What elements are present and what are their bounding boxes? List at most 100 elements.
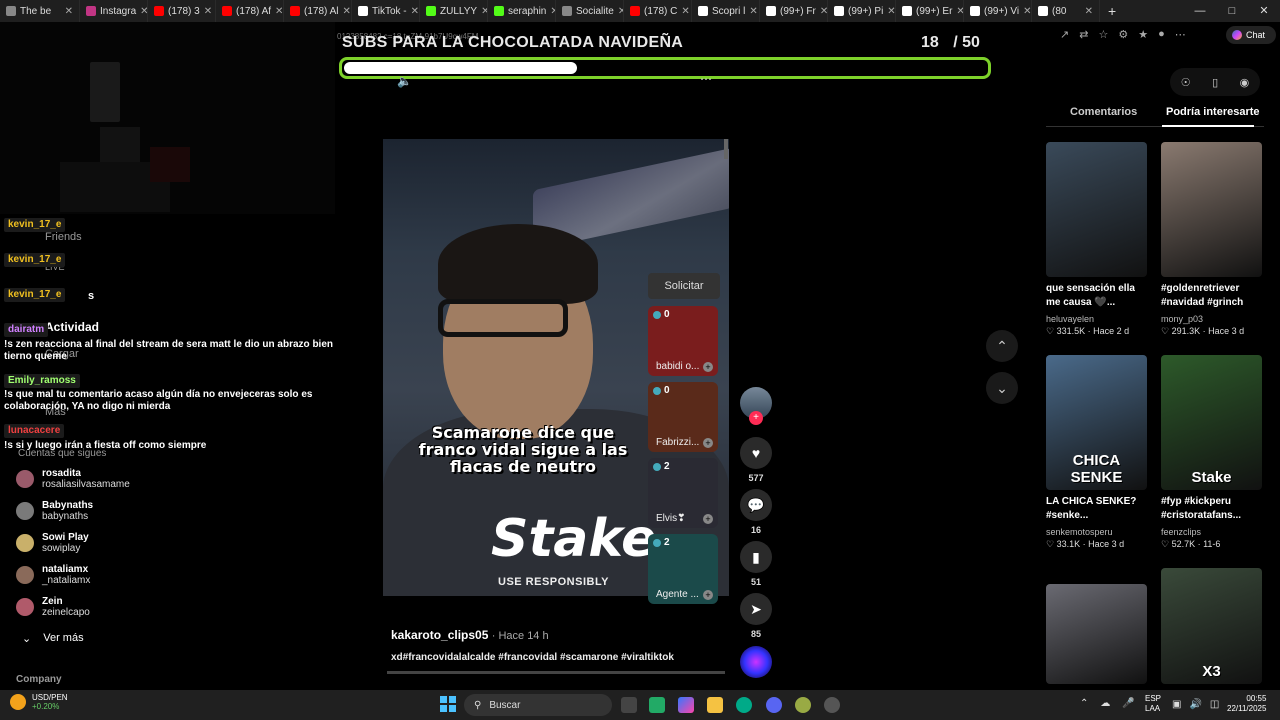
tab-comments[interactable]: Comentarios — [1070, 106, 1137, 118]
chevron-up-icon[interactable]: ⌃ — [1080, 698, 1088, 709]
following-item[interactable]: rosadita rosaliasilvasamame — [16, 468, 130, 490]
share-button[interactable]: ➤ 85 — [740, 593, 772, 639]
browser-tab[interactable]: (99+) Pi ✕ — [828, 0, 896, 22]
comment-button[interactable]: 💬 16 — [740, 489, 772, 535]
card-title[interactable]: LA CHICA SENKE? #senke... — [1046, 495, 1147, 523]
card-user[interactable]: heluvayelen — [1046, 314, 1147, 324]
suggested-video-card[interactable]: que sensación ella me causa 🖤... heluvaye… — [1046, 142, 1147, 337]
browser-tab[interactable]: Scopri l ✕ — [692, 0, 760, 22]
video-thumbnail[interactable]: CHICA SENKE — [1046, 355, 1147, 490]
suggested-video-card[interactable] — [1046, 584, 1147, 689]
open-external-icon[interactable]: ↗ — [1060, 28, 1069, 41]
card-user[interactable]: feenzclips — [1161, 527, 1262, 537]
profile-avatar-icon[interactable]: ◉ — [1240, 76, 1250, 89]
widgets-button[interactable]: USD/PEN +0.20% — [10, 693, 68, 711]
close-tab-icon[interactable]: ✕ — [140, 6, 147, 17]
browser-tab[interactable]: Instagra ✕ — [80, 0, 148, 22]
taskbar-search[interactable]: ⚲ Buscar — [464, 694, 612, 716]
close-tab-icon[interactable]: ✕ — [481, 6, 487, 17]
following-item[interactable]: nataliamx _nataliamx — [16, 564, 90, 586]
author-name[interactable]: kakaroto_clips05 — [391, 628, 488, 642]
chat-username[interactable]: kevin_17_e — [4, 288, 66, 302]
maximize-button[interactable]: □ — [1216, 0, 1248, 22]
suggested-video-card[interactable]: X3 — [1161, 568, 1262, 689]
add-guest-icon[interactable]: + — [703, 438, 713, 448]
browser-tab[interactable]: (99+) Vi ✕ — [964, 0, 1032, 22]
close-tab-icon[interactable]: ✕ — [65, 6, 73, 17]
extension-icon[interactable]: ⚙ — [1118, 28, 1128, 41]
video-thumbnail[interactable]: Stake — [1161, 355, 1262, 490]
close-tab-icon[interactable]: ✕ — [275, 6, 283, 17]
suggested-video-card[interactable]: Stake #fyp #kickperu #cristoratafans... fe… — [1161, 355, 1262, 550]
browser-tab[interactable]: (178) C ✕ — [624, 0, 692, 22]
like-button[interactable]: ♥ 577 — [740, 437, 772, 483]
close-tab-icon[interactable]: ✕ — [681, 6, 689, 17]
close-tab-icon[interactable]: ✕ — [956, 6, 963, 17]
video-thumbnail[interactable] — [1161, 142, 1262, 277]
browser-tab[interactable]: (99+) Fr ✕ — [760, 0, 828, 22]
company-link[interactable]: Company — [16, 674, 62, 685]
copilot-chat-button[interactable]: Chat — [1226, 26, 1276, 44]
browser-tab[interactable]: Socialite✕ — [556, 0, 624, 22]
language-indicator[interactable]: ESP LAA — [1145, 694, 1161, 714]
add-guest-icon[interactable]: + — [703, 514, 713, 524]
minimize-button[interactable]: — — [1184, 0, 1216, 22]
following-item[interactable]: Zein zeinelcapo — [16, 596, 90, 618]
translate-icon[interactable]: ⇄ — [1079, 28, 1088, 41]
video-thumbnail[interactable] — [1046, 584, 1147, 684]
live-guest-tile[interactable]: 0 Fabrizzi... + — [648, 382, 718, 452]
video-hashtags[interactable]: xd#francovidalalcalde #francovidal #scam… — [391, 652, 674, 663]
suggested-video-card[interactable]: CHICA SENKE LA CHICA SENKE? #senke... senk… — [1046, 355, 1147, 550]
suggested-video-card[interactable]: #goldenretriever #navidad #grinch mony_p0… — [1161, 142, 1262, 337]
close-tab-icon[interactable]: ✕ — [820, 6, 827, 17]
task-view-icon[interactable] — [621, 697, 637, 713]
close-tab-icon[interactable]: ✕ — [411, 6, 419, 17]
close-tab-icon[interactable]: ✕ — [887, 6, 895, 17]
app-icon[interactable] — [795, 697, 811, 713]
live-guest-tile[interactable]: 2 Elvis❣ + — [648, 458, 718, 528]
request-button[interactable]: Solicitar — [648, 273, 720, 299]
card-user[interactable]: senkemotosperu — [1046, 527, 1147, 537]
clock[interactable]: 00:55 22/11/2025 — [1227, 694, 1266, 714]
previous-video-button[interactable]: ⌃ — [986, 330, 1018, 362]
browser-tab[interactable]: The be ✕ — [0, 0, 80, 22]
save-button[interactable]: ▮ 51 — [740, 541, 772, 587]
browser-tab[interactable]: (99+) Er ✕ — [896, 0, 964, 22]
close-tab-icon[interactable]: ✕ — [1085, 6, 1093, 17]
new-tab-button[interactable]: + — [1100, 3, 1124, 19]
video-thumbnail[interactable] — [1046, 142, 1147, 277]
store-icon[interactable] — [649, 697, 665, 713]
next-video-button[interactable]: ⌄ — [986, 372, 1018, 404]
close-tab-icon[interactable]: ✕ — [749, 6, 757, 17]
live-guest-tile[interactable]: 2 Agente ... + — [648, 534, 718, 604]
ghost-nav-friends[interactable]: Friends — [45, 231, 82, 243]
volume-icon[interactable]: 🔈 — [397, 74, 412, 88]
video-scrollbar[interactable] — [724, 139, 728, 159]
star-icon[interactable]: ☆ — [1098, 28, 1108, 41]
chat-username[interactable]: kevin_17_e — [4, 218, 66, 232]
music-disc-avatar[interactable] — [740, 646, 772, 678]
see-more-button[interactable]: ⌄ Ver más — [22, 632, 84, 645]
chat-username[interactable]: lunacacere — [4, 424, 65, 438]
card-title[interactable]: #goldenretriever #navidad #grinch — [1161, 282, 1262, 310]
compass-icon[interactable]: ☉ — [1181, 76, 1191, 89]
close-window-button[interactable]: ✕ — [1248, 0, 1280, 22]
close-tab-icon[interactable]: ✕ — [342, 6, 350, 17]
chat-username[interactable]: Emily_ramoss — [4, 374, 80, 388]
chat-username[interactable]: dairatm — [4, 323, 49, 337]
close-tab-icon[interactable]: ✕ — [1023, 6, 1031, 17]
profile-icon[interactable]: ● — [1158, 28, 1165, 41]
chat-username[interactable]: kevin_17_e — [4, 253, 66, 267]
quick-settings[interactable]: ▣ 🔊 ◫ — [1172, 699, 1219, 710]
copilot-app-icon[interactable] — [678, 697, 694, 713]
follow-plus-icon[interactable]: + — [749, 411, 763, 425]
video-seek-bar[interactable] — [387, 671, 725, 674]
favorites-icon[interactable]: ★ — [1138, 28, 1148, 41]
browser-tab[interactable]: TikTok - ✕ — [352, 0, 420, 22]
video-thumbnail[interactable]: X3 — [1161, 568, 1262, 684]
windows-start-icon[interactable] — [440, 696, 456, 712]
add-guest-icon[interactable]: + — [703, 590, 713, 600]
close-tab-icon[interactable]: ✕ — [204, 6, 212, 17]
following-item[interactable]: Babynaths babynaths — [16, 500, 93, 522]
add-guest-icon[interactable]: + — [703, 362, 713, 372]
